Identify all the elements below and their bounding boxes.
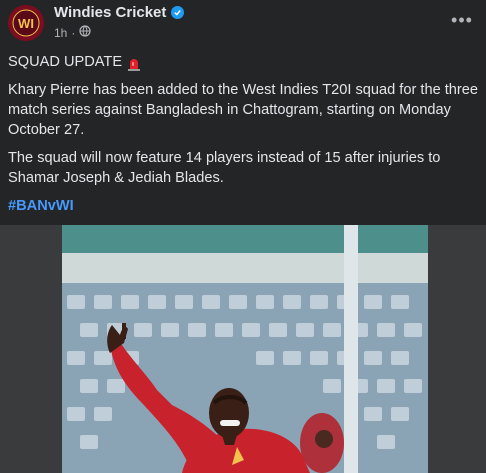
post-media[interactable] xyxy=(0,225,486,473)
avatar-initials: WI xyxy=(18,15,34,31)
post-paragraph-2: The squad will now feature 14 players in… xyxy=(8,150,441,186)
post-timestamp[interactable]: 1h xyxy=(54,26,67,40)
player-photo[interactable] xyxy=(62,225,428,473)
page-name[interactable]: Windies Cricket xyxy=(54,4,166,21)
post-paragraph-1: Khary Pierre has been added to the West … xyxy=(8,82,478,138)
post-heading: SQUAD UPDATE xyxy=(8,54,123,70)
post-text: SQUAD UPDATE Khary Pierre has been added… xyxy=(8,52,478,224)
hashtag-link[interactable]: #BANvWI xyxy=(8,198,74,214)
globe-icon[interactable] xyxy=(79,25,91,40)
meta-separator: · xyxy=(71,25,76,40)
page-avatar[interactable]: WI xyxy=(8,5,44,41)
post-header: WI Windies Cricket 1h · ••• xyxy=(0,0,486,44)
verified-badge-icon xyxy=(171,6,185,19)
more-options-button[interactable]: ••• xyxy=(451,10,472,30)
siren-emoji-icon xyxy=(128,57,141,71)
